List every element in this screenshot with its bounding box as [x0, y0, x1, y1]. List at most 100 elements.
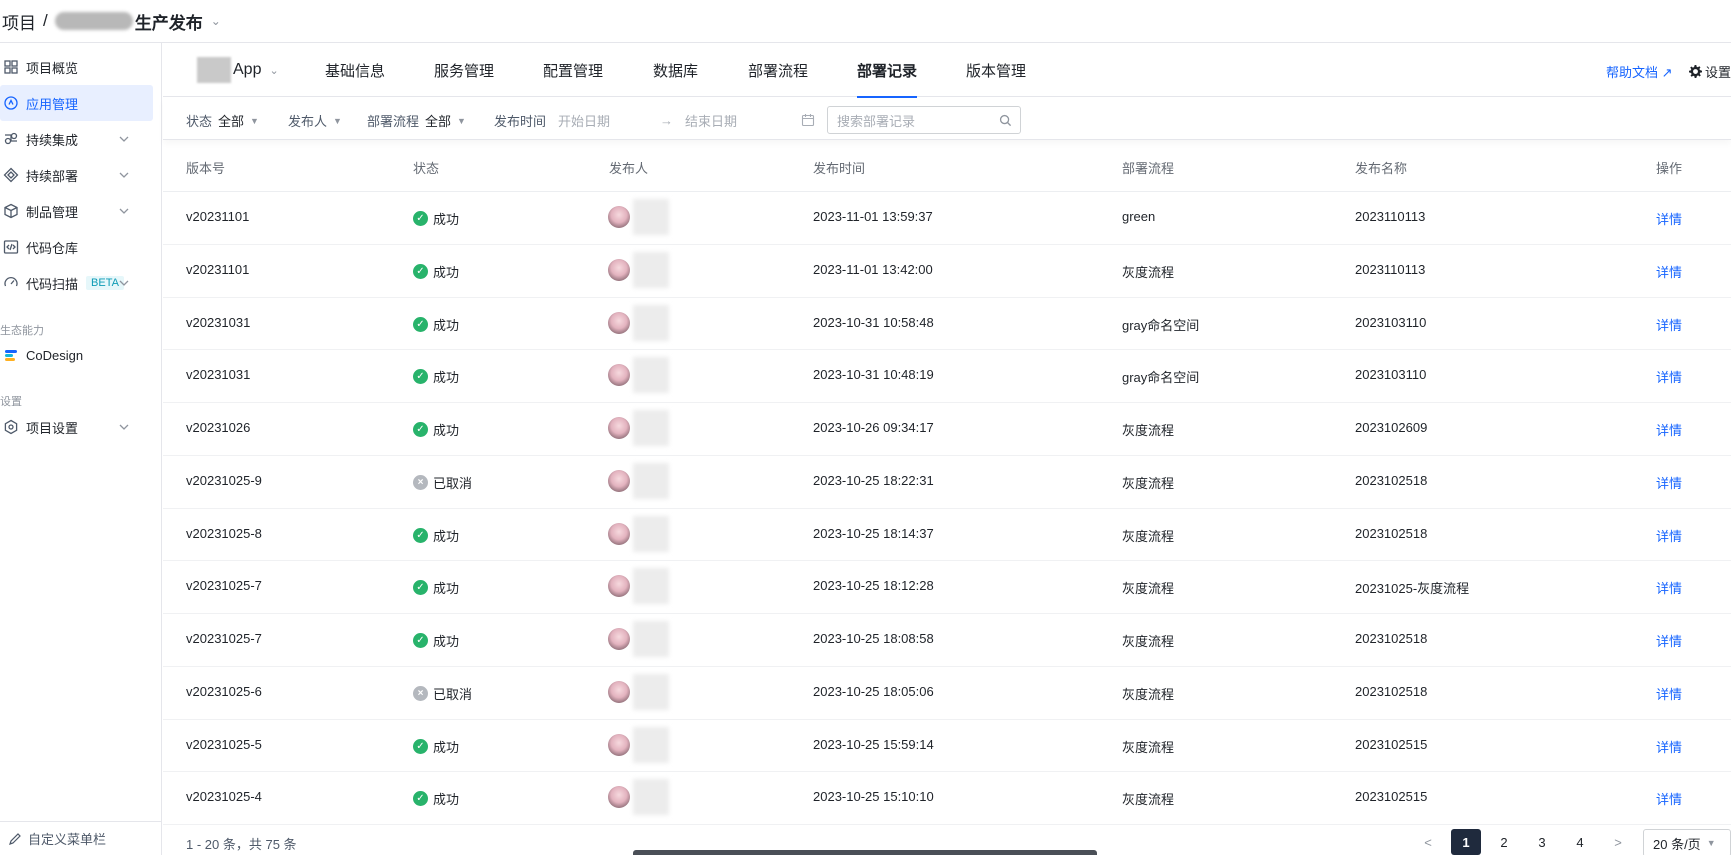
- app-name: App: [233, 61, 262, 78]
- tab-version-management[interactable]: 版本管理: [966, 43, 1026, 97]
- status-label: 成功: [433, 370, 460, 386]
- page-size-value: 20 条/页: [1653, 836, 1701, 852]
- codesign-logo-icon: [2, 346, 20, 364]
- cell-version: v20231025-5: [186, 736, 262, 752]
- cell-status: × 已取消: [413, 473, 472, 492]
- help-docs-link[interactable]: 帮助文档 ↗: [1606, 62, 1673, 81]
- breadcrumb-current[interactable]: 生产发布: [135, 9, 203, 34]
- check-circle-icon: ✓: [413, 738, 428, 754]
- page-3-button[interactable]: 3: [1527, 829, 1557, 855]
- tab-config-management[interactable]: 配置管理: [543, 43, 603, 97]
- details-link[interactable]: 详情: [1656, 737, 1682, 756]
- breadcrumb: 项目 / 生产发布 ⌄: [0, 0, 1731, 43]
- details-link[interactable]: 详情: [1656, 526, 1682, 545]
- settings-label: 设置: [1705, 65, 1731, 80]
- cell-time: 2023-10-25 18:22:31: [813, 472, 934, 488]
- table-row: v20231025-8 ✓ 成功 2023-10-25 18:14:37 灰度流程 202…: [163, 509, 1731, 562]
- details-link[interactable]: 详情: [1656, 684, 1682, 703]
- sidebar-item-repo[interactable]: 代码仓库: [0, 229, 153, 265]
- cell-flow: 灰度流程: [1122, 528, 1175, 544]
- page-4-button[interactable]: 4: [1565, 829, 1595, 855]
- status-label: 成功: [433, 739, 460, 755]
- details-link[interactable]: 详情: [1656, 578, 1682, 597]
- details-link[interactable]: 详情: [1656, 631, 1682, 650]
- status-label: 成功: [433, 317, 460, 333]
- app-selector[interactable]: App ⌄: [197, 57, 279, 83]
- cell-flow: 灰度流程: [1122, 264, 1175, 280]
- horizontal-scrollbar[interactable]: [633, 850, 1097, 855]
- sidebar-item-cd[interactable]: 持续部署: [0, 157, 153, 193]
- details-link[interactable]: 详情: [1656, 367, 1682, 386]
- status-filter[interactable]: 状态 全部 ▼: [186, 111, 259, 130]
- redacted-publisher-name: [633, 357, 669, 394]
- sidebar-item-codesign[interactable]: CoDesign: [0, 337, 153, 373]
- integration-icon: [2, 130, 20, 148]
- sidebar-item-label: 制品管理: [26, 204, 79, 220]
- sidebar: 项目概览 应用管理 持续集成 持续部署 制品管理 代码仓库 代码扫描 BETA …: [0, 43, 162, 855]
- details-link[interactable]: 详情: [1656, 473, 1682, 492]
- table-row: v20231101 ✓ 成功 2023-11-01 13:42:00 灰度流程 20231…: [163, 245, 1731, 298]
- tab-deploy-records[interactable]: 部署记录: [857, 43, 918, 98]
- sidebar-item-app-management[interactable]: 应用管理: [0, 85, 153, 121]
- details-link[interactable]: 详情: [1656, 209, 1682, 228]
- avatar: [608, 417, 630, 439]
- check-circle-icon: ✓: [413, 422, 428, 437]
- check-circle-icon: ✓: [413, 263, 428, 279]
- date-range-filter[interactable]: 发布时间 开始日期 → 结束日期: [494, 111, 737, 130]
- redacted-publisher-name: [633, 410, 669, 446]
- details-link[interactable]: 详情: [1656, 262, 1682, 281]
- publisher-filter[interactable]: 发布人 ▼: [288, 111, 342, 130]
- details-link[interactable]: 详情: [1656, 789, 1682, 808]
- check-circle-icon: ✓: [413, 633, 428, 648]
- redacted-publisher-name: [633, 726, 669, 763]
- avatar: [608, 786, 630, 809]
- sidebar-item-label: 代码扫描: [26, 276, 79, 292]
- customize-menu-button[interactable]: 自定义菜单栏: [0, 821, 162, 855]
- cell-version: v20231025-8: [186, 525, 262, 541]
- avatar: [608, 628, 630, 650]
- calendar-icon[interactable]: [801, 113, 815, 127]
- details-link[interactable]: 详情: [1656, 420, 1682, 439]
- table-header: 版本号 状态 发布人 发布时间 部署流程 发布名称 操作: [163, 140, 1731, 192]
- settings-button[interactable]: 设置: [1689, 62, 1731, 81]
- range-arrow: →: [660, 113, 674, 128]
- code-icon: [2, 238, 20, 256]
- edit-icon: [9, 832, 21, 845]
- sidebar-item-ci[interactable]: 持续集成: [0, 121, 153, 157]
- page-size-select[interactable]: 20 条/页 ▼: [1643, 829, 1731, 855]
- sidebar-item-label: 持续部署: [26, 168, 79, 184]
- table-row: v20231031 ✓ 成功 2023-10-31 10:48:19 gray命名空间 2…: [163, 350, 1731, 403]
- breadcrumb-root[interactable]: 项目: [2, 9, 36, 34]
- cell-status: ✓ 成功: [413, 315, 459, 334]
- tab-basic-info[interactable]: 基础信息: [325, 43, 385, 97]
- table-row: v20231025-6 × 已取消 2023-10-25 18:05:06 灰度流程 20…: [163, 667, 1731, 720]
- search-input[interactable]: 搜索部署记录: [827, 106, 1021, 134]
- sidebar-item-artifacts[interactable]: 制品管理: [0, 193, 153, 229]
- cell-time: 2023-10-25 15:59:14: [813, 736, 934, 752]
- next-page-button[interactable]: >: [1603, 829, 1633, 855]
- tab-service-management[interactable]: 服务管理: [434, 43, 494, 97]
- sidebar-item-overview[interactable]: 项目概览: [0, 49, 153, 85]
- tab-deploy-flow[interactable]: 部署流程: [748, 43, 808, 97]
- chevron-down-icon[interactable]: ⌄: [211, 14, 221, 28]
- cell-release-name: 2023103110: [1355, 367, 1427, 383]
- cell-time: 2023-10-25 18:14:37: [813, 525, 934, 541]
- flow-filter[interactable]: 部署流程 全部 ▼: [367, 111, 466, 130]
- gear-icon: [1689, 65, 1702, 78]
- start-date-input[interactable]: 开始日期: [558, 111, 610, 130]
- page-2-button[interactable]: 2: [1489, 829, 1519, 855]
- details-link[interactable]: 详情: [1656, 315, 1682, 334]
- cell-status: ✓ 成功: [413, 209, 459, 228]
- page-1-button[interactable]: 1: [1451, 829, 1481, 855]
- sidebar-item-project-settings[interactable]: 项目设置: [0, 409, 153, 445]
- end-date-input[interactable]: 结束日期: [685, 111, 737, 130]
- tab-database[interactable]: 数据库: [653, 43, 698, 97]
- prev-page-button[interactable]: <: [1413, 829, 1443, 855]
- sidebar-item-scan[interactable]: 代码扫描 BETA: [0, 265, 153, 301]
- caret-down-icon: ▼: [457, 115, 466, 126]
- date-range-label: 发布时间: [494, 114, 547, 129]
- redacted-app-name: [197, 57, 231, 83]
- x-circle-icon: ×: [413, 474, 428, 490]
- cell-version: v20231025-6: [186, 683, 262, 699]
- avatar: [608, 575, 630, 598]
